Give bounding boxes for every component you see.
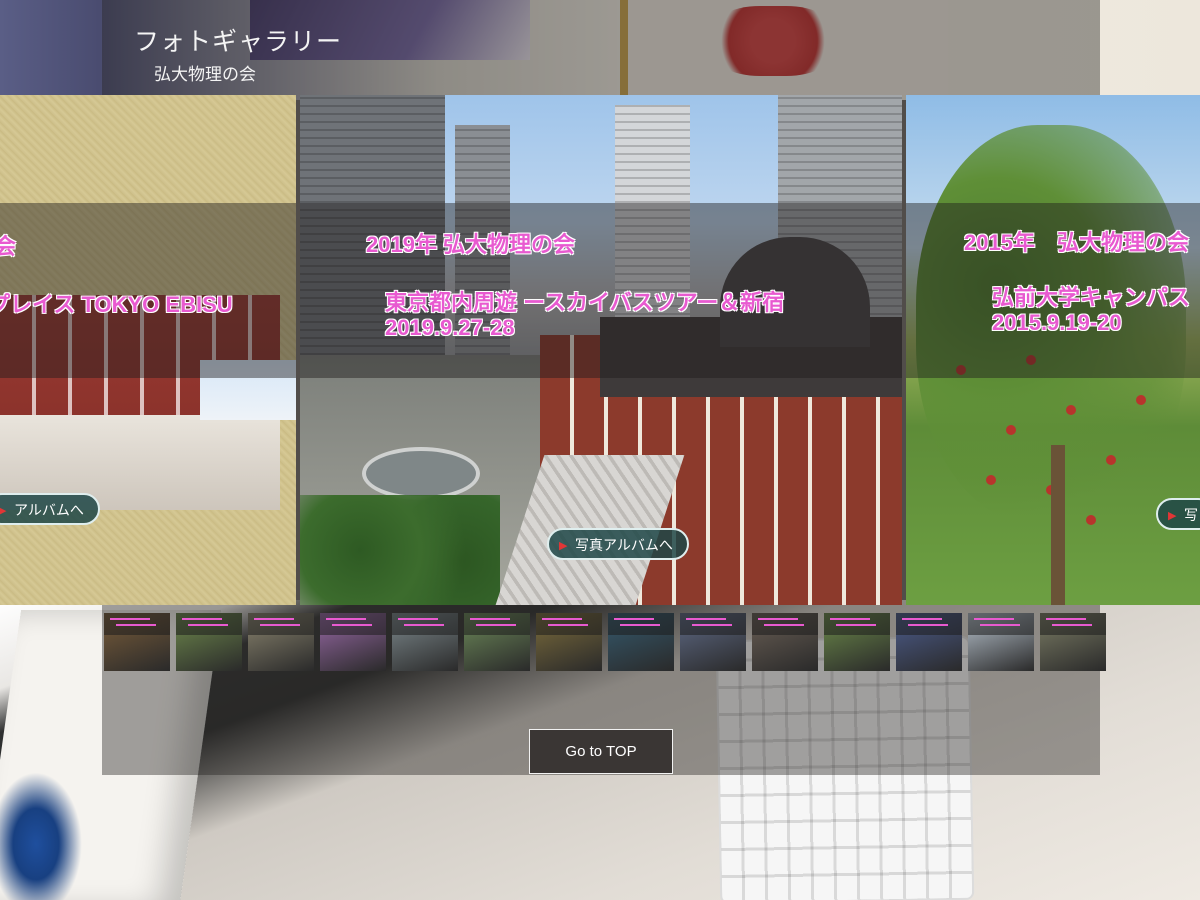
thumbnail-caption-band (320, 613, 386, 635)
go-to-top-button[interactable]: Go to TOP (529, 729, 673, 774)
photo-slider[interactable]: 会 プレイス TOKYO EBISU ▶ アルバムへ 2019年 弘大物理の会 … (0, 95, 1200, 605)
thumbnail-caption-band (536, 613, 602, 635)
thumbnail-4[interactable] (320, 613, 386, 671)
thumbnail-1[interactable] (104, 613, 170, 671)
thumbnail-caption-band (824, 613, 890, 635)
thumbnail-caption-band (248, 613, 314, 635)
thumbnail-12[interactable] (896, 613, 962, 671)
thumbnail-9[interactable] (680, 613, 746, 671)
site-subtitle: 弘大物理の会 (154, 65, 256, 85)
thumbnail-6[interactable] (464, 613, 530, 671)
thumbnail-5[interactable] (392, 613, 458, 671)
slide-caption-place: 東京都内周遊 ースカイバスツアー＆新宿 (385, 290, 785, 315)
site-title[interactable]: フォトギャラリー (134, 22, 342, 58)
slide-caption-title: 会 (0, 234, 17, 259)
album-button[interactable]: ▶ 写真アルバムへ (547, 528, 689, 560)
thumbnail-caption-band (752, 613, 818, 635)
thumbnail-caption-band (608, 613, 674, 635)
thumbnail-2[interactable] (176, 613, 242, 671)
play-arrow-icon: ▶ (559, 539, 568, 552)
thumbnail-caption-band (896, 613, 962, 635)
thumbnail-7[interactable] (536, 613, 602, 671)
thumbnail-10[interactable] (752, 613, 818, 671)
album-button-label: 写 (1184, 508, 1198, 524)
thumbnail-3[interactable] (248, 613, 314, 671)
thumbnail-8[interactable] (608, 613, 674, 671)
thumbnail-caption-band (464, 613, 530, 635)
site-header: フォトギャラリー 弘大物理の会 (102, 0, 1100, 94)
play-arrow-icon: ▶ (0, 504, 7, 517)
play-arrow-icon: ▶ (1168, 509, 1177, 522)
slide-caption-place: プレイス TOKYO EBISU (0, 292, 233, 317)
thumbnail-11[interactable] (824, 613, 890, 671)
thumbnail-strip (104, 613, 1106, 671)
background-cable (0, 760, 90, 900)
slide-image-glass-dome (362, 447, 480, 500)
slide-ebisu[interactable]: 会 プレイス TOKYO EBISU ▶ アルバムへ (0, 95, 296, 605)
slide-image-trees (300, 495, 500, 605)
slide-image-trunk (1051, 445, 1065, 605)
album-button[interactable]: ▶ アルバムへ (0, 493, 100, 525)
slide-caption-place: 弘前大学キャンパス (992, 285, 1191, 310)
slide-caption-title: 2015年 弘大物理の会 (964, 230, 1189, 255)
album-button[interactable]: ▶ 写 (1156, 498, 1200, 530)
thumbnail-14[interactable] (1040, 613, 1106, 671)
thumbnail-caption-band (176, 613, 242, 635)
slide-caption-date: 2019.9.27-28 (385, 315, 515, 340)
slide-caption-title: 2019年 弘大物理の会 (366, 232, 576, 257)
slide-hirosaki-2015[interactable]: 2015年 弘大物理の会 弘前大学キャンパス 2015.9.19-20 ▶ 写 (906, 95, 1200, 605)
thumbnail-caption-band (392, 613, 458, 635)
thumbnail-caption-band (680, 613, 746, 635)
thumbnail-caption-band (1040, 613, 1106, 635)
slide-tokyo-2019[interactable]: 2019年 弘大物理の会 東京都内周遊 ースカイバスツアー＆新宿 2019.9.… (300, 95, 902, 605)
thumbnail-13[interactable] (968, 613, 1034, 671)
thumbnail-caption-band (104, 613, 170, 635)
slide-caption-date: 2015.9.19-20 (992, 310, 1122, 335)
thumbnail-caption-band (968, 613, 1034, 635)
album-button-label: 写真アルバムへ (575, 538, 673, 554)
album-button-label: アルバムへ (14, 503, 84, 519)
